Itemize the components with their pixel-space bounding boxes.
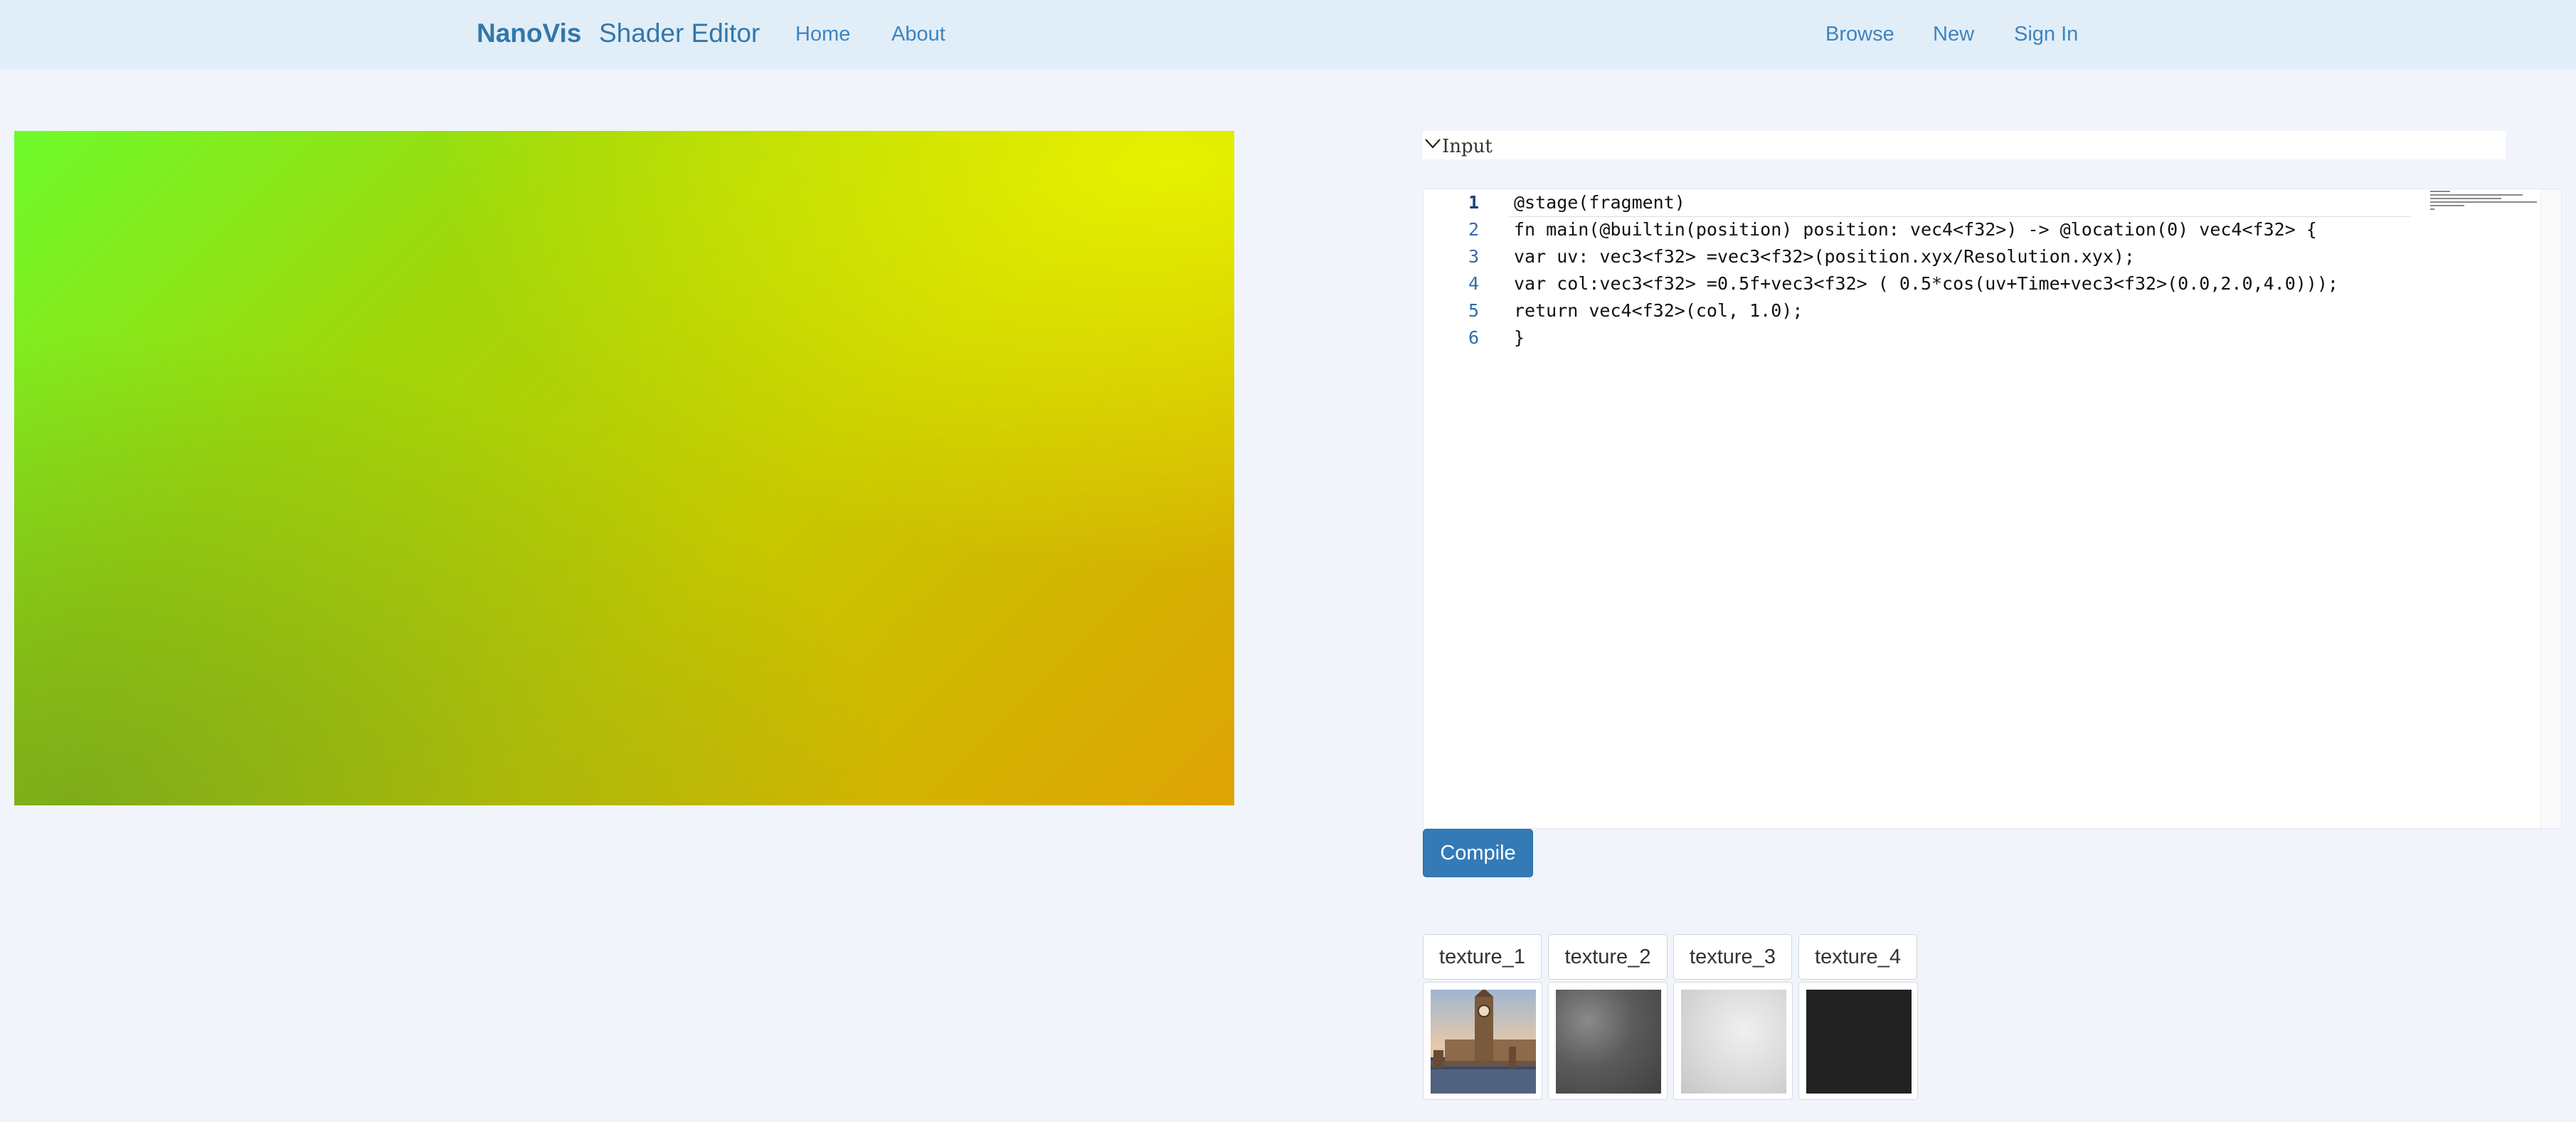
line-number-gutter: 1 2 3 4 5 6 — [1424, 189, 1488, 828]
nav-home[interactable]: Home — [795, 23, 850, 46]
input-panel-header[interactable] — [1423, 131, 2506, 159]
line-number: 5 — [1468, 300, 1479, 321]
nav-browse[interactable]: Browse — [1825, 23, 1894, 46]
line-number: 1 — [1468, 192, 1479, 213]
nav-new[interactable]: New — [1933, 23, 1974, 46]
texture-thumbnail-4[interactable] — [1798, 982, 1918, 1100]
black-texture-image — [1806, 990, 1912, 1094]
editor-minimap[interactable] — [2426, 189, 2540, 232]
line-number: 4 — [1468, 273, 1479, 294]
nav-about[interactable]: About — [891, 23, 945, 46]
chevron-down-icon[interactable] — [1424, 135, 1441, 152]
code-editor[interactable]: 1 2 3 4 5 6 @stage(fragment) fn main(@bu… — [1423, 189, 2562, 829]
code-line[interactable]: return vec4<f32>(col, 1.0); — [1514, 297, 1803, 324]
texture-tab-1[interactable]: texture_1 — [1423, 934, 1542, 980]
shader-preview-canvas[interactable] — [14, 131, 1234, 805]
code-line[interactable]: fn main(@builtin(position) position: vec… — [1514, 216, 2317, 243]
top-navbar: NanoVis Shader Editor Home About Browse … — [0, 0, 2576, 70]
code-line[interactable]: } — [1514, 324, 1525, 351]
line-number: 2 — [1468, 219, 1479, 240]
nav-sign-in[interactable]: Sign In — [2014, 23, 2078, 46]
texture-tab-4[interactable]: texture_4 — [1798, 934, 1917, 980]
brand-logo[interactable]: NanoVis — [477, 18, 581, 48]
texture-tab-2[interactable]: texture_2 — [1548, 934, 1668, 980]
city-clock-tower-image — [1431, 990, 1536, 1094]
compile-button[interactable]: Compile — [1423, 829, 1533, 877]
texture-thumbnail-3[interactable] — [1673, 982, 1793, 1100]
texture-thumbnail-1[interactable] — [1423, 982, 1542, 1100]
code-line[interactable]: @stage(fragment) — [1514, 189, 1685, 216]
editor-scrollbar[interactable] — [2540, 189, 2561, 828]
light-noise-texture-image — [1681, 990, 1786, 1094]
code-line[interactable]: var uv: vec3<f32> =vec3<f32>(position.xy… — [1514, 243, 2135, 270]
line-number: 3 — [1468, 246, 1479, 267]
dark-noise-texture-image — [1556, 990, 1661, 1094]
code-line[interactable]: var col:vec3<f32> =0.5f+vec3<f32> ( 0.5*… — [1514, 270, 2338, 297]
texture-thumbnail-2[interactable] — [1548, 982, 1668, 1100]
texture-tab-3[interactable]: texture_3 — [1673, 934, 1792, 980]
input-panel-label: Input — [1442, 136, 1493, 157]
app-title[interactable]: Shader Editor — [599, 18, 760, 48]
line-number: 6 — [1468, 327, 1479, 348]
